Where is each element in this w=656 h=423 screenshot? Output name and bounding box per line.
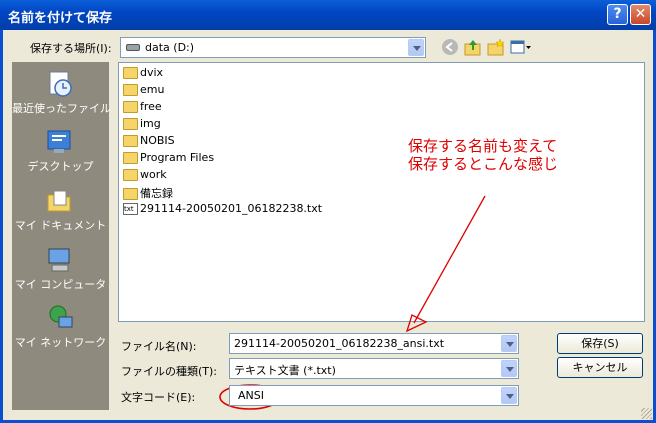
filetype-select[interactable]: テキスト文書 (*.txt) bbox=[229, 358, 519, 379]
save-button[interactable]: 保存(S) bbox=[557, 333, 643, 354]
annotation-arrow bbox=[413, 195, 486, 324]
chevron-down-icon[interactable] bbox=[501, 335, 517, 352]
filename-input[interactable]: 291114-20050201_06182238_ansi.txt bbox=[229, 333, 519, 354]
encoding-value: ANSI bbox=[238, 389, 264, 402]
filetype-label: ファイルの種類(T): bbox=[121, 365, 218, 378]
chevron-down-icon[interactable] bbox=[501, 387, 517, 404]
cancel-button[interactable]: キャンセル bbox=[557, 357, 643, 378]
annotation-arrowhead bbox=[405, 314, 428, 333]
filetype-value: テキスト文書 (*.txt) bbox=[234, 364, 336, 377]
filename-value: 291114-20050201_06182238_ansi.txt bbox=[234, 337, 445, 350]
encoding-select[interactable]: ANSI bbox=[229, 385, 519, 406]
encoding-label: 文字コード(E): bbox=[121, 391, 196, 404]
filename-label: ファイル名(N): bbox=[121, 340, 197, 353]
chevron-down-icon[interactable] bbox=[501, 360, 517, 377]
resize-grip[interactable] bbox=[641, 408, 652, 419]
